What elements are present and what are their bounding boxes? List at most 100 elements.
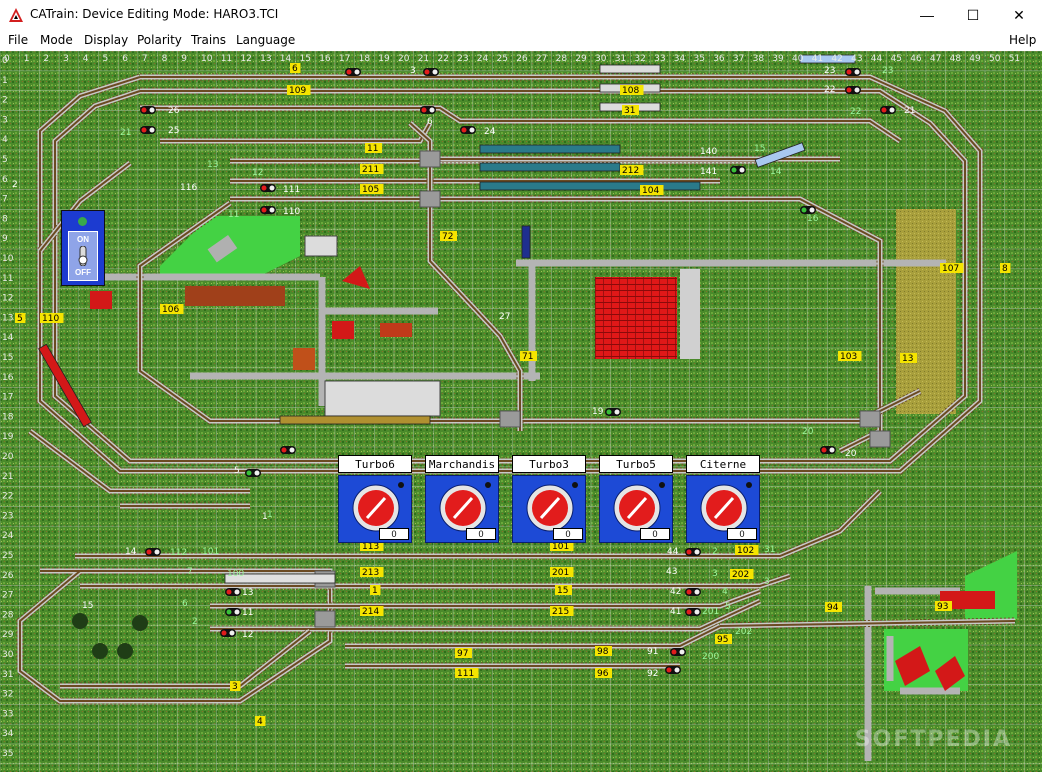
column-number: 14 xyxy=(280,54,292,64)
block-label: 92 xyxy=(647,669,658,679)
track-crossing[interactable] xyxy=(499,410,521,428)
signal-light xyxy=(821,447,827,453)
signal-light xyxy=(739,167,745,173)
controller-body[interactable]: 0 xyxy=(425,475,499,543)
menu-display[interactable]: Display xyxy=(84,33,128,47)
track-crossing[interactable] xyxy=(314,610,336,628)
maximize-button[interactable]: ☐ xyxy=(950,0,996,30)
controller-marchandis[interactable]: Marchandis 0 xyxy=(425,455,499,543)
column-number: 44 xyxy=(871,54,883,64)
freight-wagons[interactable] xyxy=(279,415,431,425)
controller-body[interactable]: 0 xyxy=(686,475,760,543)
block-label: 20 xyxy=(802,427,814,437)
block-label: 140 xyxy=(700,147,717,157)
block-label: 14 xyxy=(125,547,137,557)
track-crossing[interactable] xyxy=(419,150,441,168)
row-number: 22 xyxy=(2,492,13,502)
block-label: 3 xyxy=(410,66,416,76)
block-label: 21 xyxy=(904,106,915,116)
controller-number: 0 xyxy=(379,528,409,540)
menu-help[interactable]: Help xyxy=(1009,33,1036,47)
controller-name: Turbo6 xyxy=(338,455,412,473)
row-number: 32 xyxy=(2,690,13,700)
column-number: 34 xyxy=(674,54,686,64)
controller-turbo3[interactable]: Turbo3 0 xyxy=(512,455,586,543)
block-label: 103 xyxy=(840,352,857,362)
minimize-button[interactable]: — xyxy=(904,0,950,30)
freight-train[interactable] xyxy=(479,144,621,154)
block-label: 42 xyxy=(670,587,681,597)
controller-body[interactable]: 0 xyxy=(512,475,586,543)
block-label: 13 xyxy=(902,354,913,364)
menu-mode[interactable]: Mode xyxy=(40,33,73,47)
signal-light xyxy=(679,649,685,655)
controller-citerne[interactable]: Citerne 0 xyxy=(686,455,760,543)
signal-light xyxy=(889,107,895,113)
row-number: 11 xyxy=(2,274,13,284)
block-label: 19 xyxy=(592,407,604,417)
signal-light xyxy=(686,589,692,595)
column-number: 28 xyxy=(556,54,568,64)
row-number: 0 xyxy=(2,56,8,66)
block-label: 110 xyxy=(283,207,300,217)
block-label: 214 xyxy=(362,607,379,617)
block-label: 25 xyxy=(168,126,179,136)
power-switch-face[interactable]: ON OFF xyxy=(68,231,98,281)
signal-light xyxy=(141,107,147,113)
column-number: 29 xyxy=(575,54,587,64)
signal-light xyxy=(694,589,700,595)
track-crossing[interactable] xyxy=(419,190,441,208)
column-number: 39 xyxy=(772,54,784,64)
freight-train[interactable] xyxy=(479,181,701,191)
menu-file[interactable]: File xyxy=(8,33,28,47)
block-label: 215 xyxy=(552,607,569,617)
row-number: 33 xyxy=(2,709,13,719)
block-label: 5 xyxy=(234,466,240,476)
column-number: 36 xyxy=(713,54,725,64)
menu-polarity[interactable]: Polarity xyxy=(137,33,182,47)
signal-light xyxy=(254,470,260,476)
signal-light xyxy=(461,127,467,133)
block-label: 2 xyxy=(712,547,718,557)
row-number: 24 xyxy=(2,531,14,541)
signal-light xyxy=(226,589,232,595)
signal-light xyxy=(261,185,267,191)
track-crossing[interactable] xyxy=(869,430,891,448)
block-label: 110 xyxy=(42,314,59,324)
column-number: 48 xyxy=(950,54,962,64)
block-label: 8 xyxy=(1002,264,1008,274)
signal-light xyxy=(881,107,887,113)
column-number: 2 xyxy=(43,54,49,64)
column-number: 21 xyxy=(418,54,429,64)
controller-body[interactable]: 0 xyxy=(338,475,412,543)
column-number: 17 xyxy=(339,54,350,64)
locomotive[interactable] xyxy=(521,225,531,259)
signal-light xyxy=(674,667,680,673)
controller-number: 0 xyxy=(640,528,670,540)
passenger-train[interactable] xyxy=(799,54,856,64)
column-number: 51 xyxy=(1009,54,1020,64)
block-label: 96 xyxy=(597,669,609,679)
row-number: 14 xyxy=(2,333,14,343)
block-label: 15 xyxy=(754,144,765,154)
column-number: 31 xyxy=(615,54,626,64)
signal-light xyxy=(346,69,352,75)
train-car[interactable] xyxy=(599,64,661,74)
menu-language[interactable]: Language xyxy=(236,33,295,47)
block-label: 7 xyxy=(187,567,193,577)
block-label: 109 xyxy=(289,86,306,96)
controller-body[interactable]: 0 xyxy=(599,475,673,543)
signal-light xyxy=(269,207,275,213)
close-button[interactable]: ✕ xyxy=(996,0,1042,30)
row-number: 16 xyxy=(2,373,14,383)
menu-trains[interactable]: Trains xyxy=(191,33,226,47)
layout-canvas[interactable]: 6 109 108 31 11 211 105 72 212 104 107 8 106 110 5 71 10… xyxy=(0,51,1042,772)
track-crossing[interactable] xyxy=(859,410,881,428)
controller-turbo6[interactable]: Turbo6 0 xyxy=(338,455,412,543)
layout-drawing[interactable]: 6109 108311121110572212104107 8106110571 10… xyxy=(0,51,1042,772)
power-switch[interactable]: ON OFF xyxy=(61,210,105,286)
freight-train[interactable] xyxy=(479,162,621,172)
controller-turbo5[interactable]: Turbo5 0 xyxy=(599,455,673,543)
column-number: 10 xyxy=(201,54,213,64)
station-building xyxy=(324,380,441,417)
